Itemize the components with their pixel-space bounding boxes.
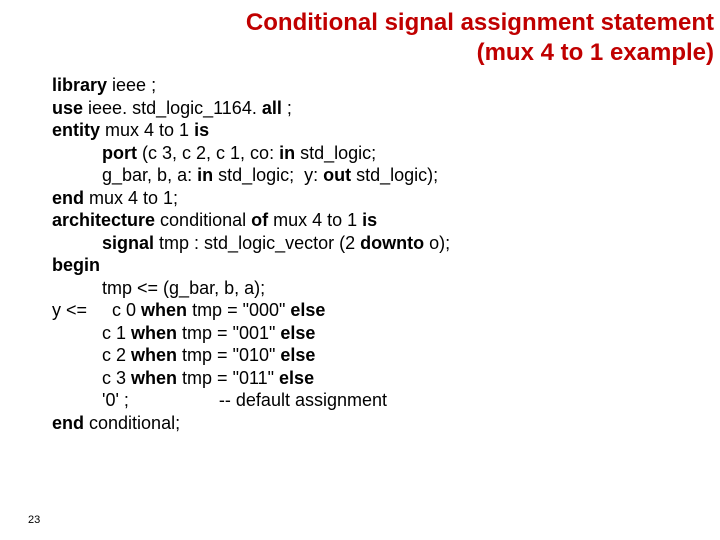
- code-line: signal tmp : std_logic_vector (2 downto …: [52, 232, 720, 255]
- code-line: c 2 when tmp = "010" else: [52, 344, 720, 367]
- code-text: tmp = "000": [187, 300, 290, 320]
- code-text: y <= c 0: [52, 300, 141, 320]
- code-line: c 3 when tmp = "011" else: [52, 367, 720, 390]
- keyword: signal: [102, 233, 154, 253]
- keyword: architecture: [52, 210, 155, 230]
- keyword: else: [280, 323, 315, 343]
- title-line-2: (mux 4 to 1 example): [477, 39, 714, 66]
- keyword: else: [280, 345, 315, 365]
- code-text: ieee. std_logic_1164.: [83, 98, 262, 118]
- code-line: use ieee. std_logic_1164. all ;: [52, 97, 720, 120]
- keyword: all: [262, 98, 282, 118]
- code-text: mux 4 to 1: [100, 120, 194, 140]
- code-text: ;: [282, 98, 292, 118]
- code-text: tmp <= (g_bar, b, a);: [102, 278, 265, 298]
- code-text: std_logic;: [295, 143, 376, 163]
- code-text: c 1: [102, 323, 131, 343]
- keyword: entity: [52, 120, 100, 140]
- code-text: conditional;: [84, 413, 180, 433]
- keyword: in: [197, 165, 213, 185]
- code-text: (c 3, c 2, c 1, co:: [137, 143, 279, 163]
- code-text: o);: [424, 233, 450, 253]
- code-line: g_bar, b, a: in std_logic; y: out std_lo…: [52, 164, 720, 187]
- code-line: entity mux 4 to 1 is: [52, 119, 720, 142]
- code-line: '0' ; -- default assignment: [52, 389, 720, 412]
- keyword: end: [52, 188, 84, 208]
- keyword: is: [362, 210, 377, 230]
- keyword: downto: [360, 233, 424, 253]
- slide-title: Conditional signal assignment statement …: [0, 0, 720, 72]
- keyword: end: [52, 413, 84, 433]
- code-line: c 1 when tmp = "001" else: [52, 322, 720, 345]
- code-line: architecture conditional of mux 4 to 1 i…: [52, 209, 720, 232]
- code-text: tmp : std_logic_vector (2: [154, 233, 360, 253]
- keyword: else: [279, 368, 314, 388]
- keyword: when: [131, 345, 177, 365]
- keyword: begin: [52, 255, 100, 275]
- keyword: port: [102, 143, 137, 163]
- keyword: when: [141, 300, 187, 320]
- keyword: is: [194, 120, 209, 140]
- code-text: '0' ; -- default assignment: [102, 390, 387, 410]
- code-line: end conditional;: [52, 412, 720, 435]
- code-text: tmp = "010": [177, 345, 280, 365]
- code-text: ieee ;: [107, 75, 156, 95]
- keyword: of: [251, 210, 268, 230]
- code-text: mux 4 to 1;: [84, 188, 178, 208]
- code-line: end mux 4 to 1;: [52, 187, 720, 210]
- page-number: 23: [28, 514, 40, 526]
- code-text: conditional: [155, 210, 251, 230]
- keyword: when: [131, 368, 177, 388]
- keyword: in: [279, 143, 295, 163]
- code-line: tmp <= (g_bar, b, a);: [52, 277, 720, 300]
- code-text: std_logic; y:: [213, 165, 323, 185]
- title-line-1: Conditional signal assignment statement: [246, 9, 714, 36]
- code-block: library ieee ; use ieee. std_logic_1164.…: [0, 72, 720, 434]
- code-line: y <= c 0 when tmp = "000" else: [52, 299, 720, 322]
- keyword: else: [290, 300, 325, 320]
- code-text: mux 4 to 1: [268, 210, 362, 230]
- code-text: c 3: [102, 368, 131, 388]
- keyword: library: [52, 75, 107, 95]
- code-text: g_bar, b, a:: [102, 165, 197, 185]
- code-line: library ieee ;: [52, 74, 720, 97]
- code-text: tmp = "011": [177, 368, 279, 388]
- keyword: out: [323, 165, 351, 185]
- code-text: std_logic);: [351, 165, 438, 185]
- code-line: begin: [52, 254, 720, 277]
- code-line: port (c 3, c 2, c 1, co: in std_logic;: [52, 142, 720, 165]
- code-text: c 2: [102, 345, 131, 365]
- keyword: use: [52, 98, 83, 118]
- keyword: when: [131, 323, 177, 343]
- code-text: tmp = "001": [177, 323, 280, 343]
